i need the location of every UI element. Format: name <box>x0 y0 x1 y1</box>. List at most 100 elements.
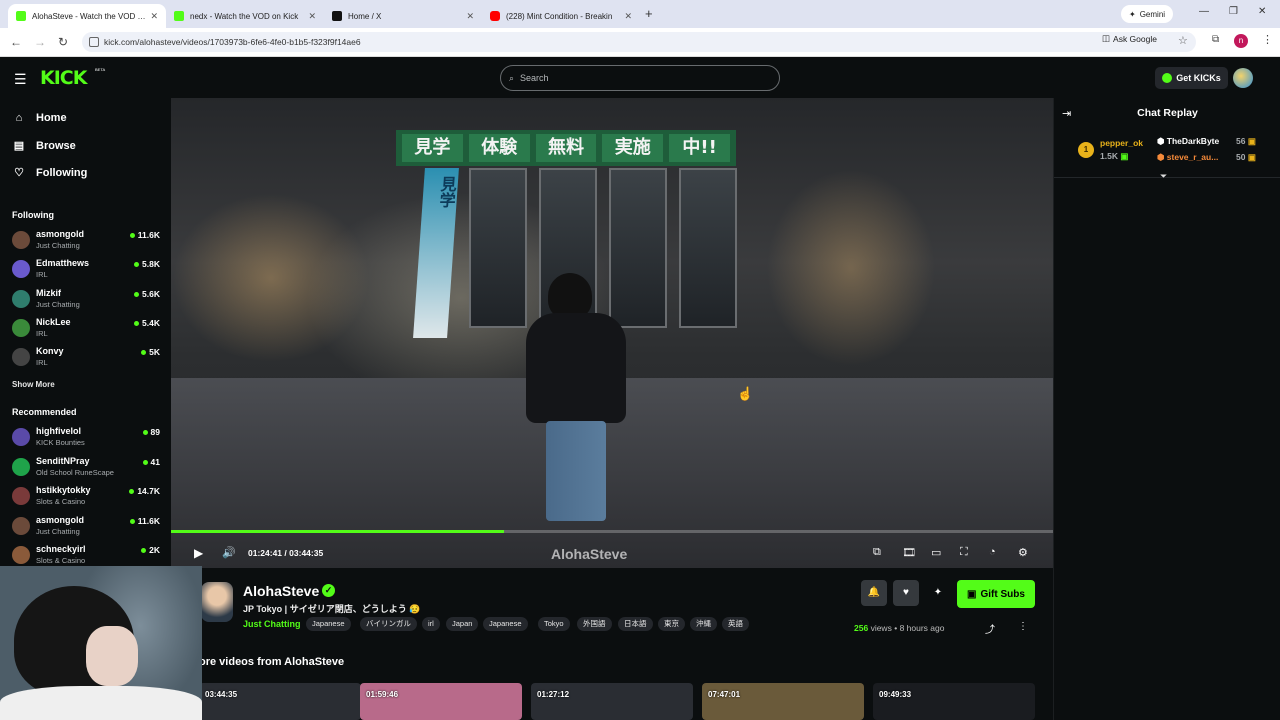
sparkle-icon: ✦ <box>1129 9 1136 19</box>
sidebar-channel[interactable]: highfivelol KICK Bounties 89 <box>12 425 160 451</box>
gemini-button[interactable]: ✦ Gemini <box>1121 5 1174 23</box>
gifter-amount: 50 ▣ <box>1236 152 1256 163</box>
streamer-avatar[interactable] <box>201 582 233 622</box>
live-dot-icon <box>134 320 140 326</box>
browser-tab-alohasteve[interactable]: AlohaSteve - Watch the VOD on Kick ✕ <box>8 4 166 28</box>
seek-bar-fill <box>171 530 504 533</box>
notification-bell-button[interactable]: 🔔 <box>861 580 887 606</box>
video-thumbnail[interactable]: 07:47:01 <box>702 683 864 720</box>
gifter-row[interactable]: ⬢ TheDarkByte <box>1157 136 1219 147</box>
sign-panel: 体験 <box>468 134 530 162</box>
browser-tab-youtube[interactable]: (228) Mint Condition - Breakin ✕ <box>482 4 640 28</box>
close-window-icon[interactable]: ✕ <box>1258 6 1266 17</box>
tag-chip[interactable]: 外国語 <box>577 617 612 631</box>
tag-chip[interactable]: Japanese <box>483 617 528 631</box>
tag-chip[interactable]: Japanese <box>306 617 351 631</box>
back-icon[interactable]: ← <box>10 35 22 49</box>
tag-chip[interactable]: 沖縄 <box>690 617 717 631</box>
restore-icon[interactable]: ❐ <box>1229 6 1238 17</box>
ask-google-button[interactable]: ◫ Ask Google <box>1102 33 1157 44</box>
gifter-row[interactable]: ⬢ steve_r_au... <box>1157 152 1218 163</box>
gift-icon: ▣ <box>1247 152 1256 162</box>
settings-gear-icon[interactable]: ⚙ <box>1018 546 1028 559</box>
profile-avatar[interactable]: n <box>1234 34 1248 48</box>
play-icon[interactable]: ▶ <box>194 546 203 560</box>
bookmark-star-icon[interactable]: ☆ <box>1178 34 1188 47</box>
vod-info-section: AlohaSteve ✓ JP Tokyo | サイゼリア閉店、どうしよう 😥 … <box>171 568 1053 720</box>
tag-chip[interactable]: 英語 <box>722 617 749 631</box>
tag-chip[interactable]: バイリンガル <box>360 617 417 631</box>
sidebar-nav-following[interactable]: ♡ Following <box>12 166 88 180</box>
viewer-count: 2K <box>141 545 160 555</box>
video-player[interactable]: 見学 体験 無料 実施 中!! 見学 ☝ AlohaSteve ▶ 🔊 01:2… <box>171 98 1053 568</box>
show-more-link[interactable]: Show More <box>12 380 55 389</box>
video-thumbnail[interactable]: 01:27:12 <box>531 683 693 720</box>
tag-chip[interactable]: Japan <box>446 617 479 631</box>
video-thumbnail[interactable]: 09:49:33 <box>873 683 1035 720</box>
streamer-name[interactable]: AlohaSteve <box>243 583 319 599</box>
x-favicon-icon <box>332 11 342 21</box>
theater-mode-icon[interactable]: ▭ <box>931 546 941 559</box>
site-info-icon[interactable] <box>89 37 99 47</box>
youtube-favicon-icon <box>490 11 500 21</box>
bell-icon: 🔔 <box>867 587 881 598</box>
more-options-icon[interactable]: ⋮ <box>1018 621 1028 632</box>
browser-menu-icon[interactable]: ⋮ <box>1262 33 1273 46</box>
seek-bar[interactable] <box>171 530 1053 533</box>
nav-label: Following <box>36 166 88 179</box>
sidebar-channel[interactable]: NickLee IRL 5.4K <box>12 316 160 342</box>
close-tab-icon[interactable]: ✕ <box>624 11 632 22</box>
browser-tab-nedx[interactable]: nedx - Watch the VOD on Kick ✕ <box>166 4 324 28</box>
follow-heart-button[interactable]: ♥ <box>893 580 919 606</box>
reload-icon[interactable]: ↻ <box>58 35 68 49</box>
tag-chip[interactable]: irl <box>422 617 440 631</box>
expand-gifters-icon[interactable]: ⏷ <box>1160 171 1167 182</box>
viewer-count-value: 5.8K <box>142 259 160 269</box>
category-link[interactable]: Just Chatting <box>243 619 301 629</box>
browser-tab-x[interactable]: Home / X ✕ <box>324 4 482 28</box>
sidebar-channel[interactable]: hstikkytokky Slots & Casino 14.7K <box>12 484 160 510</box>
video-thumbnail[interactable]: 03:44:35 <box>199 683 361 720</box>
volume-icon[interactable]: 🔊 <box>222 546 236 559</box>
forward-icon[interactable]: → <box>34 35 46 49</box>
sparkle-button[interactable]: ✦ <box>925 580 951 606</box>
sidebar-channel[interactable]: SenditNPray Old School RuneScape 41 <box>12 455 160 481</box>
close-tab-icon[interactable]: ✕ <box>150 11 158 22</box>
minimize-icon[interactable]: — <box>1199 6 1209 17</box>
browser-toolbar: ← → ↻ kick.com/alohasteve/videos/1703973… <box>0 28 1280 57</box>
address-bar[interactable]: kick.com/alohasteve/videos/1703973b-6fe6… <box>82 32 1196 52</box>
share-icon[interactable]: ⤴ <box>985 621 995 636</box>
sidebar-channel[interactable]: Mizkif Just Chatting 5.6K <box>12 287 160 313</box>
sidebar-nav-home[interactable]: ⌂ Home <box>12 112 67 124</box>
tag-chip[interactable]: 東京 <box>658 617 685 631</box>
close-tab-icon[interactable]: ✕ <box>466 11 474 22</box>
new-tab-button[interactable]: + <box>645 6 653 21</box>
gift-subs-button[interactable]: ▣ Gift Subs <box>957 580 1035 608</box>
viewer-count: 5.4K <box>134 318 160 328</box>
sidebar-channel[interactable]: Edmatthews IRL 5.8K <box>12 257 160 283</box>
extensions-icon[interactable]: ⧉ <box>1212 34 1219 45</box>
video-thumbnail[interactable]: 01:59:46 <box>360 683 522 720</box>
hamburger-menu-icon[interactable]: ☰ <box>14 71 27 88</box>
user-avatar[interactable] <box>1233 68 1253 88</box>
clip-icon[interactable]: 🎞 <box>902 546 916 559</box>
gift-icon: ▣ <box>967 588 977 600</box>
gifter-name[interactable]: pepper_ok <box>1100 138 1143 148</box>
sidebar-channel[interactable]: asmongold Just Chatting 11.6K <box>12 514 160 540</box>
kick-favicon-icon <box>16 11 26 21</box>
miniplayer-icon[interactable]: ⧉ <box>873 546 881 559</box>
kick-logo[interactable]: KICK <box>40 67 87 89</box>
tag-chip[interactable]: 日本語 <box>618 617 653 631</box>
tag-chip[interactable]: Tokyo <box>538 617 570 631</box>
sidebar-nav-browse[interactable]: ▤ Browse <box>12 139 76 153</box>
lens-icon: ◫ <box>1102 33 1111 43</box>
close-tab-icon[interactable]: ✕ <box>308 11 316 22</box>
sidebar-channel[interactable]: Konvy IRL 5K <box>12 345 160 371</box>
playback-speed-icon[interactable]: ◔ <box>989 546 996 558</box>
search-icon: ⌕ <box>509 72 515 83</box>
fullscreen-icon[interactable]: ⛶ <box>960 546 968 559</box>
search-input[interactable]: ⌕ Search <box>500 65 780 91</box>
get-kicks-button[interactable]: Get KICKs <box>1155 67 1228 89</box>
sidebar-channel[interactable]: asmongold Just Chatting 11.6K <box>12 228 160 254</box>
viewer-count-value: 5.4K <box>142 318 160 328</box>
